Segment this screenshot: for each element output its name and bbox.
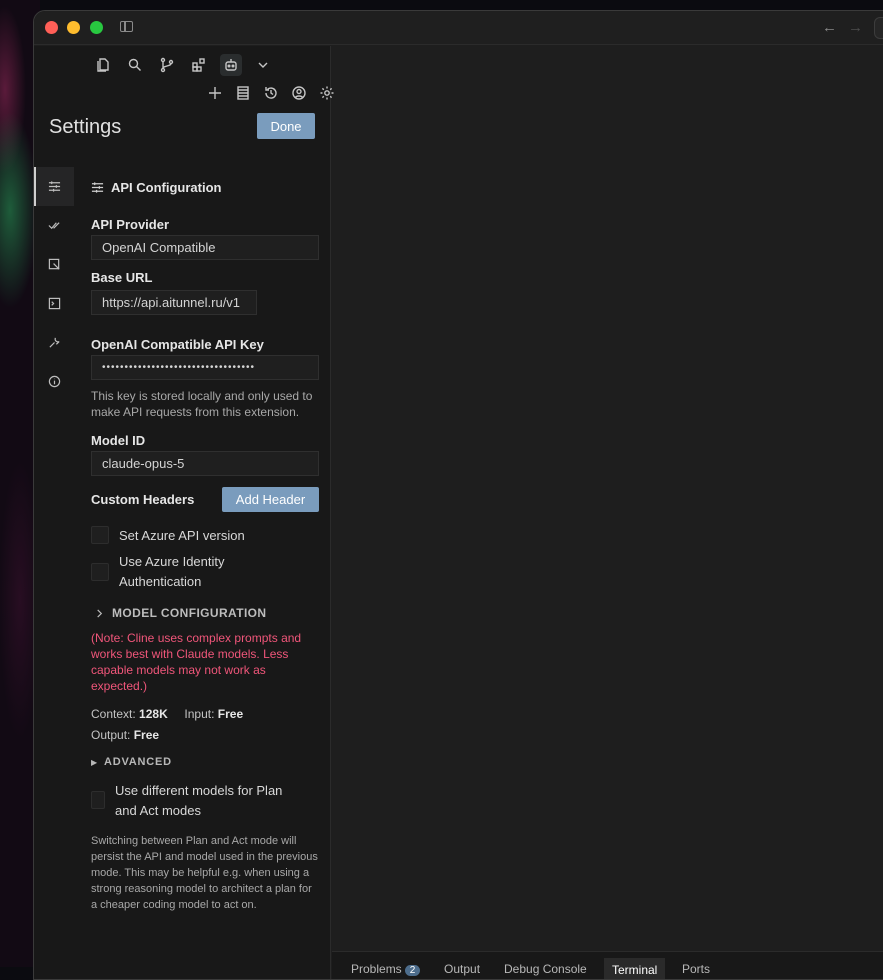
input-label: Input: — [184, 707, 215, 721]
mcp-servers-icon[interactable] — [232, 82, 254, 104]
history-icon[interactable] — [260, 82, 282, 104]
model-id-input[interactable]: claude-opus-5 — [91, 451, 319, 476]
settings-tab-rail — [34, 167, 74, 401]
custom-headers-label: Custom Headers — [91, 492, 195, 507]
account-icon[interactable] — [288, 82, 310, 104]
advanced-label: ADVANCED — [103, 756, 172, 768]
sidebar-toggle-icon[interactable] — [120, 21, 133, 32]
context-label: Context: — [91, 707, 136, 721]
tab-features[interactable] — [34, 206, 74, 245]
plan-act-row[interactable]: Use different models for Plan and Act mo… — [91, 781, 319, 821]
model-configuration-label: MODEL CONFIGURATION — [112, 606, 267, 620]
plus-icon[interactable] — [204, 82, 226, 104]
chevron-right-icon — [97, 608, 103, 618]
model-info: Context: 128K Input: Free Output: Free — [91, 704, 319, 746]
minimize-window-button[interactable] — [67, 21, 80, 34]
advanced-toggle[interactable]: ▶ ADVANCED — [91, 756, 319, 768]
azure-identity-checkbox[interactable] — [91, 563, 109, 581]
tab-debug-console[interactable]: Debug Console — [504, 962, 587, 976]
section-title: API Configuration — [111, 180, 222, 195]
input-value: Free — [217, 707, 244, 721]
tab-api-configuration[interactable] — [34, 167, 74, 206]
zoom-window-button[interactable] — [90, 21, 103, 34]
forward-arrow-icon[interactable]: → — [848, 19, 863, 36]
tab-terminal[interactable]: Terminal — [604, 958, 666, 979]
azure-identity-label: Use Azure Identity Authentication — [119, 554, 225, 589]
api-key-label: OpenAI Compatible API Key — [91, 337, 264, 352]
tab-ports[interactable]: Ports — [682, 962, 710, 976]
azure-version-row[interactable]: Set Azure API version — [91, 526, 319, 546]
plan-act-label: Use different models for Plan and Act mo… — [115, 783, 283, 818]
model-warning-note: (Note: Cline uses complex prompts and wo… — [91, 631, 302, 693]
base-url-label: Base URL — [91, 270, 153, 285]
plan-act-help-text: Switching between Plan and Act mode will… — [91, 835, 318, 911]
tab-output[interactable]: Output — [444, 962, 480, 976]
custom-headers-row: Custom Headers Add Header — [91, 487, 319, 512]
cline-robot-icon[interactable] — [220, 54, 242, 76]
vscode-window: ← → Settings Done API Configuration API … — [33, 10, 883, 980]
tab-terminal[interactable] — [34, 284, 74, 323]
check-all-icon — [48, 222, 60, 230]
base-url-input[interactable]: https://api.aitunnel.ru/v1 — [91, 290, 257, 315]
model-id-label: Model ID — [91, 433, 146, 448]
azure-version-label: Set Azure API version — [119, 528, 245, 543]
terminal-icon — [48, 297, 60, 310]
files-icon[interactable] — [92, 54, 114, 76]
done-button[interactable]: Done — [257, 113, 315, 139]
extensions-icon[interactable] — [188, 54, 210, 76]
api-key-help-text: This key is stored locally and only used… — [91, 389, 313, 419]
azure-version-checkbox[interactable] — [91, 526, 109, 544]
info-icon — [48, 375, 60, 388]
panel-tab-bar: Problems 2 Output Debug Console Terminal … — [332, 951, 883, 979]
sliders-icon — [48, 181, 60, 192]
tab-about[interactable] — [34, 362, 74, 401]
tab-debug[interactable] — [34, 323, 74, 362]
model-configuration-toggle[interactable]: MODEL CONFIGURATION — [95, 606, 319, 620]
close-window-button[interactable] — [45, 21, 58, 34]
command-center[interactable] — [874, 17, 883, 39]
search-icon[interactable] — [124, 54, 146, 76]
settings-title: Settings — [49, 116, 122, 138]
sliders-icon — [91, 182, 104, 193]
cline-sidebar-panel: Settings Done API Configuration API Prov… — [34, 46, 334, 979]
output-label: Output: — [91, 728, 131, 742]
output-value: Free — [133, 728, 160, 742]
api-key-input[interactable]: •••••••••••••••••••••••••••••••••• — [91, 355, 319, 380]
api-provider-label: API Provider — [91, 217, 170, 232]
tab-problems[interactable]: Problems 2 — [351, 962, 421, 976]
browser-icon — [48, 258, 60, 270]
tab-problems-label: Problems — [351, 962, 402, 976]
back-arrow-icon[interactable]: ← — [822, 19, 837, 36]
gear-icon[interactable] — [316, 82, 338, 104]
tab-browser[interactable] — [34, 245, 74, 284]
context-value: 128K — [139, 707, 168, 721]
api-settings-content: API Configuration API Provider OpenAI Co… — [91, 167, 319, 913]
chevron-down-icon[interactable] — [252, 54, 274, 76]
title-bar: ← → — [34, 11, 883, 45]
api-provider-select[interactable]: OpenAI Compatible — [91, 235, 319, 260]
azure-identity-row[interactable]: Use Azure Identity Authentication — [91, 552, 319, 592]
section-heading: API Configuration — [91, 180, 319, 195]
plan-act-checkbox[interactable] — [91, 791, 105, 809]
wrench-icon — [48, 337, 60, 348]
triangle-right-icon: ▶ — [91, 757, 98, 767]
source-control-icon[interactable] — [156, 54, 178, 76]
add-header-button[interactable]: Add Header — [222, 487, 319, 512]
cline-toolbar — [204, 82, 338, 104]
activity-toolbar — [92, 54, 274, 76]
